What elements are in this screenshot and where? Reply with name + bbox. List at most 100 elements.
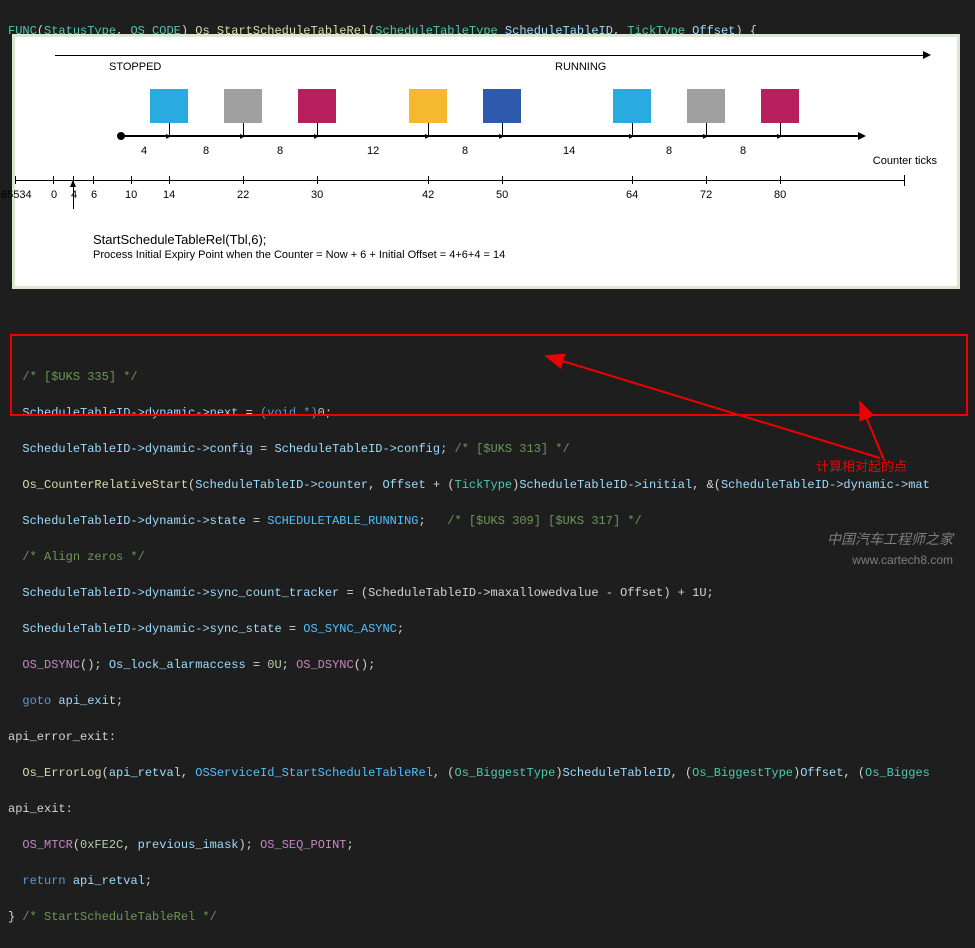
keyword: goto xyxy=(22,694,51,708)
op: + xyxy=(433,478,440,492)
annotation-text: 计算相对起的点 xyxy=(816,456,907,475)
numline-label: 50 xyxy=(496,189,508,201)
op: = xyxy=(289,622,296,636)
macro-call: OS_DSYNC xyxy=(296,658,354,672)
timeline-box-4 xyxy=(409,89,447,123)
arg: ScheduleTableID->initial xyxy=(519,478,692,492)
num: 0 xyxy=(318,406,325,420)
diagram-caption: StartScheduleTableRel(Tbl,6); xyxy=(93,232,266,247)
fn-call: Os_CounterRelativeStart xyxy=(22,478,188,492)
arg: ScheduleTableID->dynamic->mat xyxy=(721,478,930,492)
counter-ticks-label: Counter ticks xyxy=(873,155,937,167)
arg: ScheduleTableID->counter xyxy=(195,478,368,492)
running-label: RUNNING xyxy=(555,61,606,73)
numline-label: 30 xyxy=(311,189,323,201)
enum-val: OS_SYNC_ASYNC xyxy=(303,622,397,636)
pointer-up-arrow xyxy=(73,185,74,209)
comment: /* [$UKS 313] */ xyxy=(454,442,569,456)
rhs: (ScheduleTableID->maxallowedvalue - Offs… xyxy=(361,586,714,600)
watermark-text-2: www.cartech8.com xyxy=(852,553,953,567)
interval-label: 8 xyxy=(740,145,746,157)
lhs: ScheduleTableID->dynamic->sync_count_tra… xyxy=(22,586,339,600)
interval-label: 8 xyxy=(203,145,209,157)
timeline-diagram: STOPPED RUNNING ▸▸▸▸▸▸▸▸ 4 8 8 12 8 14 8… xyxy=(12,34,960,289)
numline-label: 10 xyxy=(125,189,137,201)
op: = xyxy=(253,514,260,528)
timeline-box-7 xyxy=(687,89,725,123)
numline-label: 4 xyxy=(71,189,77,201)
interval-label: 8 xyxy=(666,145,672,157)
cast: (void *) xyxy=(260,406,318,420)
arg: Offset xyxy=(382,478,425,492)
comment: /* Align zeros */ xyxy=(22,550,144,564)
comment: /* StartScheduleTableRel */ xyxy=(22,910,216,924)
rhs: ScheduleTableID->config; xyxy=(274,442,447,456)
interval-label: 8 xyxy=(462,145,468,157)
keyword: return xyxy=(22,874,65,888)
arg: api_retval xyxy=(109,766,181,780)
lhs: ScheduleTableID->dynamic->config xyxy=(22,442,252,456)
semi: ; xyxy=(397,622,404,636)
interval-line: ▸▸▸▸▸▸▸▸ xyxy=(120,135,860,137)
enum-val: OSServiceId_StartScheduleTableRel xyxy=(195,766,433,780)
interval-label: 12 xyxy=(367,145,379,157)
numline-label: 80 xyxy=(774,189,786,201)
numline-label: 14 xyxy=(163,189,175,201)
timeline-box-6 xyxy=(613,89,651,123)
numline-label: 65534 xyxy=(1,189,32,201)
timeline-box-5 xyxy=(483,89,521,123)
macro-call: OS_SEQ_POINT xyxy=(260,838,346,852)
interval-start-dot xyxy=(117,132,125,140)
semi: ; xyxy=(325,406,332,420)
type: Os_Bigges xyxy=(865,766,930,780)
lhs: ScheduleTableID->dynamic->next xyxy=(22,406,238,420)
macro-call: OS_DSYNC xyxy=(22,658,80,672)
timeline-box-3 xyxy=(298,89,336,123)
numline-label: 6 xyxy=(91,189,97,201)
timeline-arrow xyxy=(55,55,925,56)
numline-label: 22 xyxy=(237,189,249,201)
numline-label: 72 xyxy=(700,189,712,201)
cast-type: TickType xyxy=(455,478,513,492)
num: 0U xyxy=(267,658,281,672)
timeline-box-8 xyxy=(761,89,799,123)
numline-label: 64 xyxy=(626,189,638,201)
label: api_exit: xyxy=(8,802,73,816)
op: = xyxy=(253,658,260,672)
arg: Offset xyxy=(800,766,843,780)
interval-label: 8 xyxy=(277,145,283,157)
diagram-subcaption: Process Initial Expiry Point when the Co… xyxy=(93,249,505,261)
num: 0xFE2C xyxy=(80,838,123,852)
type: Os_BiggestType xyxy=(455,766,556,780)
semi: ; xyxy=(116,694,123,708)
interval-label: 14 xyxy=(563,145,575,157)
timeline-box-2 xyxy=(224,89,262,123)
label: api_error_exit: xyxy=(8,730,116,744)
semi: ; xyxy=(145,874,152,888)
comment: /* [$UKS 335] */ xyxy=(22,370,137,384)
number-line xyxy=(15,180,905,181)
stopped-label: STOPPED xyxy=(109,61,161,73)
interval-label: 4 xyxy=(141,145,147,157)
lhs: ScheduleTableID->dynamic->sync_state xyxy=(22,622,281,636)
macro-call: OS_MTCR xyxy=(22,838,72,852)
type: Os_BiggestType xyxy=(692,766,793,780)
arg: previous_imask xyxy=(138,838,239,852)
lhs: ScheduleTableID->dynamic->state xyxy=(22,514,245,528)
numline-label: 0 xyxy=(51,189,57,201)
op: = xyxy=(246,406,253,420)
watermark-text-1: 中国汽车工程师之家 xyxy=(827,529,953,549)
label: api_exit xyxy=(58,694,116,708)
var: api_retval xyxy=(73,874,145,888)
enum-val: SCHEDULETABLE_RUNNING xyxy=(267,514,418,528)
op: = xyxy=(260,442,267,456)
fn-call: Os_ErrorLog xyxy=(22,766,101,780)
arg: ScheduleTableID xyxy=(563,766,671,780)
numline-label: 42 xyxy=(422,189,434,201)
comment: /* [$UKS 309] [$UKS 317] */ xyxy=(447,514,641,528)
timeline-box-1 xyxy=(150,89,188,123)
var: Os_lock_alarmaccess xyxy=(109,658,246,672)
op: & xyxy=(707,478,714,492)
semi: ; xyxy=(419,514,426,528)
op: = xyxy=(346,586,353,600)
